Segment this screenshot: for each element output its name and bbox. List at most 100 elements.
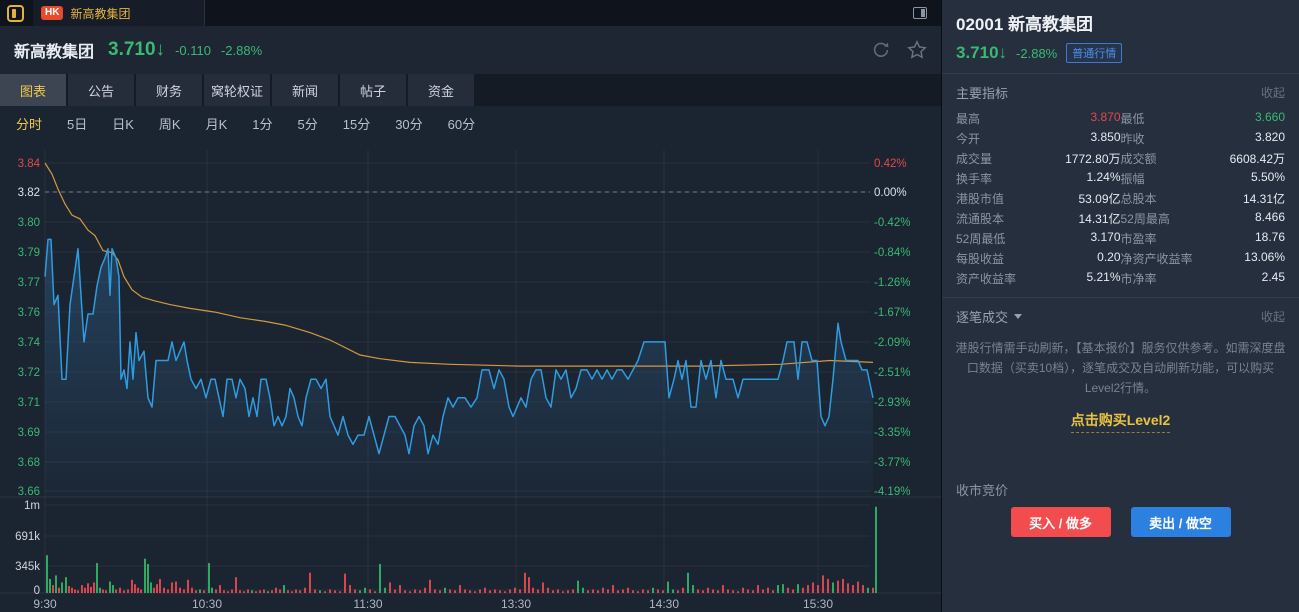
volume-bar [304, 588, 306, 593]
indicator-label: 52周最低 [956, 230, 1005, 247]
percent-axis-label: -4.19% [874, 486, 910, 498]
favorite-star-icon[interactable] [907, 40, 927, 60]
volume-bar [587, 590, 589, 593]
indicator-value: 3.660 [1255, 110, 1285, 127]
volume-bar [102, 589, 104, 593]
volume-bar [537, 589, 539, 593]
volume-bar [187, 580, 189, 593]
tick-trades-dropdown[interactable]: 逐笔成交 [956, 307, 1022, 326]
volume-bar [223, 590, 225, 593]
buy-long-button[interactable]: 买入 / 做多 [1011, 507, 1111, 537]
volume-bar [722, 585, 724, 593]
level2-notice-text: 港股行情需手动刷新，【基本报价】服务仅供参考。如需深度盘口数据（买卖10档），逐… [942, 330, 1299, 398]
period-tab-2[interactable]: 日K [112, 114, 134, 133]
volume-bar [339, 591, 341, 593]
volume-bar [159, 579, 161, 593]
volume-bar [349, 585, 351, 593]
indicator-value: 5.21% [1086, 270, 1120, 287]
sidebar-toggle-icon[interactable] [7, 5, 24, 22]
tab-2[interactable]: 财务 [136, 74, 202, 106]
collapse-indicators-button[interactable]: 收起 [1261, 84, 1285, 101]
volume-bar [582, 588, 584, 593]
volume-bar [484, 588, 486, 593]
volume-bar [762, 589, 764, 593]
volume-bar [532, 588, 534, 593]
period-tab-0[interactable]: 分时 [16, 114, 42, 133]
volume-bar [782, 584, 784, 593]
volume-bar [757, 585, 759, 593]
period-tab-5[interactable]: 1分 [252, 114, 272, 133]
quote-level-badge[interactable]: 普通行情 [1066, 43, 1122, 63]
volume-bar [235, 577, 237, 593]
indicator-label: 资产收益率 [956, 270, 1016, 287]
period-tab-3[interactable]: 周K [159, 114, 181, 133]
volume-bar [243, 591, 245, 593]
volume-bar [597, 590, 599, 593]
volume-bar [439, 590, 441, 593]
refresh-icon[interactable] [871, 40, 891, 60]
period-tab-4[interactable]: 月K [206, 114, 228, 133]
intraday-chart[interactable]: 3.843.823.803.793.773.763.743.723.713.69… [0, 140, 941, 612]
indicator-value: 6608.42万 [1230, 150, 1285, 167]
volume-bar [49, 579, 51, 593]
price-axis-label: 3.66 [18, 486, 40, 498]
period-tab-1[interactable]: 5日 [67, 114, 87, 133]
volume-bar [291, 591, 293, 593]
volume-bar [175, 582, 177, 593]
period-tab-8[interactable]: 30分 [395, 114, 422, 133]
volume-bar [96, 563, 98, 593]
volume-bar [68, 586, 70, 593]
volume-bar [862, 585, 864, 593]
indicator-label: 振幅 [1121, 170, 1145, 187]
volume-bar [324, 591, 326, 593]
price-axis-label: 3.68 [18, 457, 40, 469]
volume-bar [191, 588, 193, 593]
indicator-row: 最高3.870最低3.660 [956, 108, 1285, 128]
stock-tab[interactable]: HK 新高教集团 [33, 0, 205, 26]
buy-level2-link[interactable]: 点击购买Level2 [1071, 410, 1171, 433]
tab-3[interactable]: 窝轮权证 [204, 74, 270, 106]
tab-6[interactable]: 资金 [408, 74, 474, 106]
percent-axis-label: -2.93% [874, 397, 910, 409]
volume-bar [183, 589, 185, 593]
volume-bar [642, 589, 644, 593]
price-axis-label: 3.71 [18, 397, 40, 409]
volume-bar [837, 581, 839, 593]
sell-short-button[interactable]: 卖出 / 做空 [1131, 507, 1231, 537]
stock-code-title: 02001 新高教集团 [956, 10, 1285, 35]
volume-bar [817, 585, 819, 593]
tab-4[interactable]: 新闻 [272, 74, 338, 106]
volume-bar [802, 588, 804, 593]
volume-bar [156, 584, 158, 593]
volume-bar [105, 590, 107, 593]
volume-bar [299, 590, 301, 593]
volume-bar [562, 591, 564, 593]
volume-bar [208, 563, 210, 593]
period-tab-9[interactable]: 60分 [448, 114, 475, 133]
volume-bar [812, 582, 814, 593]
period-tab-7[interactable]: 15分 [343, 114, 370, 133]
volume-bar [379, 564, 381, 593]
volume-bar [617, 590, 619, 593]
volume-bar [572, 589, 574, 593]
time-axis-label: 11:30 [353, 597, 382, 611]
volume-bar [199, 589, 201, 593]
indicator-row: 成交量1772.80万成交额6608.42万 [956, 148, 1285, 168]
tab-0[interactable]: 图表 [0, 74, 66, 106]
volume-bar [857, 582, 859, 593]
indicator-label: 每股收益 [956, 250, 1004, 267]
price-change-percent: -2.88% [221, 43, 262, 58]
indicator-value: 53.09亿 [1078, 190, 1120, 207]
collapse-ticks-button[interactable]: 收起 [1261, 308, 1285, 325]
volume-bar [489, 590, 491, 593]
indicator-label: 市净率 [1121, 270, 1157, 287]
volume-bar [872, 588, 874, 593]
panel-toggle-icon[interactable] [913, 7, 927, 19]
volume-bar [717, 590, 719, 593]
tab-1[interactable]: 公告 [68, 74, 134, 106]
volume-bar [74, 589, 76, 593]
period-tab-6[interactable]: 5分 [298, 114, 318, 133]
volume-bar [81, 585, 83, 593]
percent-axis-label: -3.77% [874, 457, 910, 469]
tab-5[interactable]: 帖子 [340, 74, 406, 106]
